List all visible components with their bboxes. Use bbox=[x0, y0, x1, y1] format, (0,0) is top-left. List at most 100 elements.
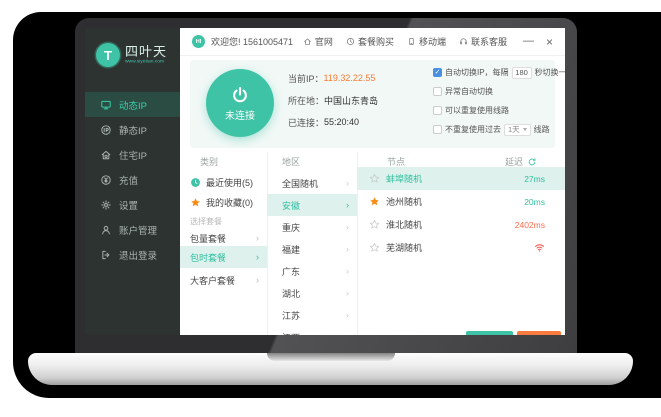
category-row[interactable]: 大客户套餐 › bbox=[180, 268, 267, 292]
region-row[interactable]: 江苏 › bbox=[267, 304, 357, 326]
category-row[interactable]: 包时套餐 › bbox=[180, 246, 267, 268]
sidebar-menu: 动态IP 静态IP 住宅IP 充值 设置 账户管理 退出登录 bbox=[85, 92, 180, 267]
titlebar: HI 欢迎您! 1561005471 官网 套餐购买 移动端 联系客服 — × bbox=[180, 28, 565, 56]
column-header-region: 地区 bbox=[282, 155, 300, 168]
region-row[interactable]: 广东 › bbox=[267, 260, 357, 282]
region-label: 江苏 bbox=[282, 309, 300, 322]
node-label: 蚌埠随机 bbox=[386, 172, 422, 185]
sidebar-item-residential-ip[interactable]: 住宅IP bbox=[85, 142, 180, 167]
node-list: 蚌埠随机 27ms 池州随机 20ms 淮北随机 2402ms 芜湖随机 bbox=[357, 167, 565, 335]
node-table: 类别 地区 节点 延迟 最近使用(5) 我的收藏(0) bbox=[180, 152, 565, 335]
duration-select[interactable]: 1天 bbox=[504, 124, 531, 136]
option-text: 可以重复使用线路 bbox=[445, 105, 509, 116]
category-label: 我的收藏(0) bbox=[206, 196, 253, 209]
latency-value: 20ms bbox=[524, 197, 545, 207]
category-row: 选择套餐 bbox=[180, 212, 267, 230]
app-window: T 四叶天 www.siyetian.com 动态IP 静态IP 住宅IP 充值… bbox=[85, 28, 565, 335]
region-label: 江西 bbox=[282, 331, 300, 336]
residential-ip-icon bbox=[100, 149, 112, 161]
star-outline-icon[interactable] bbox=[369, 173, 380, 184]
titlebar-links: 官网 套餐购买 移动端 联系客服 bbox=[303, 35, 507, 48]
bottom-orange-button-strip[interactable] bbox=[517, 331, 561, 335]
bottom-teal-button-strip[interactable] bbox=[466, 331, 513, 335]
power-icon bbox=[230, 85, 250, 105]
latency-value: 2402ms bbox=[515, 220, 545, 230]
info-value: 55:20:40 bbox=[324, 117, 359, 127]
star-filled-icon bbox=[190, 197, 201, 208]
sidebar-item-dynamic-ip[interactable]: 动态IP bbox=[85, 92, 180, 117]
node-label: 淮北随机 bbox=[386, 218, 422, 231]
sidebar-item-label: 住宅IP bbox=[119, 148, 147, 162]
category-label: 包量套餐 bbox=[190, 232, 226, 245]
titlebar-link-contact-support[interactable]: 联系客服 bbox=[459, 35, 507, 48]
sidebar-item-label: 充值 bbox=[119, 173, 138, 187]
option-row: 不重复使用过去 1天 线路 bbox=[433, 123, 565, 136]
sidebar-item-static-ip[interactable]: 静态IP bbox=[85, 117, 180, 142]
connect-button[interactable]: 未连接 bbox=[206, 69, 274, 137]
logout-icon bbox=[100, 249, 112, 261]
node-row[interactable]: 池州随机 20ms bbox=[357, 190, 565, 213]
connection-info-row: 当前IP： 119.32.22.55 bbox=[288, 71, 378, 85]
connection-info-row: 所在地： 中国山东青岛 bbox=[288, 93, 378, 107]
sidebar: T 四叶天 www.siyetian.com 动态IP 静态IP 住宅IP 充值… bbox=[85, 28, 180, 335]
info-value: 119.32.22.55 bbox=[324, 73, 376, 83]
category-row[interactable]: 最近使用(5) bbox=[180, 172, 267, 192]
window-controls: — × bbox=[523, 36, 553, 48]
connection-info-row: 已连接： 55:20:40 bbox=[288, 115, 378, 129]
region-row[interactable]: 重庆 › bbox=[267, 216, 357, 238]
laptop-base-notch bbox=[267, 353, 395, 361]
titlebar-link-mobile-client[interactable]: 移动端 bbox=[407, 35, 446, 48]
region-row[interactable]: 福建 › bbox=[267, 238, 357, 260]
titlebar-link-label: 联系客服 bbox=[471, 35, 507, 48]
close-button[interactable]: × bbox=[546, 36, 553, 48]
headset-icon bbox=[459, 37, 468, 46]
sidebar-item-label: 设置 bbox=[119, 198, 138, 212]
package-icon bbox=[346, 37, 355, 46]
titlebar-link-official-site[interactable]: 官网 bbox=[303, 35, 333, 48]
option-row: ✓ 自动切换IP，每隔 秒切换一次 bbox=[433, 66, 565, 79]
option-text: 不重复使用过去 bbox=[445, 124, 501, 135]
star-filled-icon[interactable] bbox=[369, 196, 380, 207]
star-outline-icon[interactable] bbox=[369, 242, 380, 253]
region-row[interactable]: 湖北 › bbox=[267, 282, 357, 304]
region-row[interactable]: 江西 › bbox=[267, 326, 357, 335]
sidebar-item-label: 动态IP bbox=[119, 98, 147, 112]
minimize-button[interactable]: — bbox=[523, 36, 534, 47]
titlebar-link-buy-package[interactable]: 套餐购买 bbox=[346, 35, 394, 48]
option-row: 异常自动切换 bbox=[433, 85, 565, 98]
region-label: 湖北 bbox=[282, 287, 300, 300]
checkbox[interactable]: ✓ bbox=[433, 68, 442, 77]
node-row[interactable]: 蚌埠随机 27ms bbox=[357, 167, 565, 190]
checkbox[interactable] bbox=[433, 125, 442, 134]
chevron-right-icon: › bbox=[256, 252, 259, 262]
region-row[interactable]: 安徽 › bbox=[267, 194, 357, 216]
refresh-icon[interactable] bbox=[527, 157, 537, 167]
sidebar-item-settings[interactable]: 设置 bbox=[85, 192, 180, 217]
chevron-down-icon bbox=[523, 128, 527, 131]
interval-input[interactable] bbox=[512, 67, 532, 79]
sidebar-item-logout[interactable]: 退出登录 bbox=[85, 242, 180, 267]
info-label: 当前IP： bbox=[288, 72, 324, 85]
region-row[interactable]: 全国随机 › bbox=[267, 172, 357, 194]
checkbox[interactable] bbox=[433, 87, 442, 96]
sidebar-item-account-management[interactable]: 账户管理 bbox=[85, 217, 180, 242]
node-row[interactable]: 芜湖随机 bbox=[357, 236, 565, 259]
checkbox[interactable] bbox=[433, 106, 442, 115]
connection-panel: 未连接 当前IP： 119.32.22.55 所在地： 中国山东青岛 已连接： … bbox=[190, 60, 555, 148]
option-text: 秒切换一次 bbox=[535, 67, 565, 78]
region-list: 全国随机 › 安徽 › 重庆 › 福建 › 广东 › 湖北 › 江苏 › 江西 … bbox=[267, 172, 357, 335]
category-label: 最近使用(5) bbox=[206, 176, 253, 189]
home-icon bbox=[303, 37, 312, 46]
sidebar-item-recharge[interactable]: 充值 bbox=[85, 167, 180, 192]
option-row: 可以重复使用线路 bbox=[433, 104, 565, 117]
welcome-text: 欢迎您! 1561005471 bbox=[211, 35, 293, 48]
category-row[interactable]: 我的收藏(0) bbox=[180, 192, 267, 212]
category-row[interactable]: 包量套餐 › bbox=[180, 230, 267, 246]
laptop-mockup: T 四叶天 www.siyetian.com 动态IP 静态IP 住宅IP 充值… bbox=[0, 0, 661, 417]
chevron-right-icon: › bbox=[346, 244, 349, 254]
star-outline-icon[interactable] bbox=[369, 219, 380, 230]
connection-info: 当前IP： 119.32.22.55 所在地： 中国山东青岛 已连接： 55:2… bbox=[288, 71, 378, 129]
laptop-screen: T 四叶天 www.siyetian.com 动态IP 静态IP 住宅IP 充值… bbox=[75, 18, 577, 353]
node-row[interactable]: 淮北随机 2402ms bbox=[357, 213, 565, 236]
app-logo: T 四叶天 www.siyetian.com bbox=[85, 28, 180, 70]
